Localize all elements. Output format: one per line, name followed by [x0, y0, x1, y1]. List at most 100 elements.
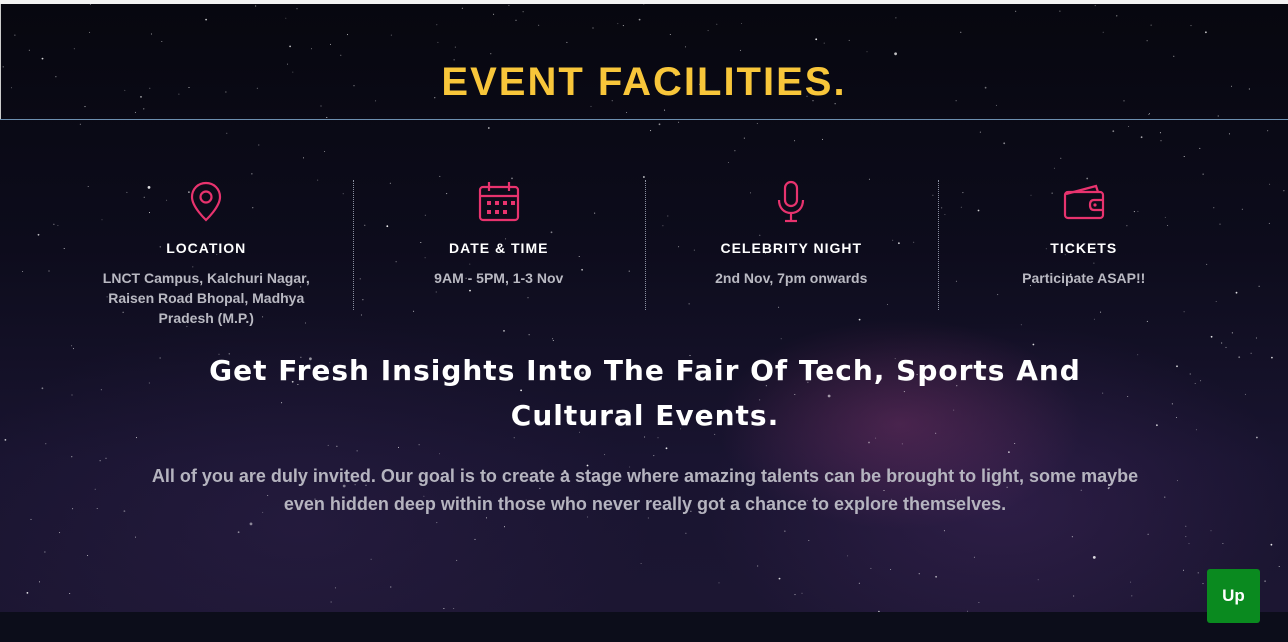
star — [1140, 136, 1143, 139]
star — [1148, 113, 1150, 115]
star — [1183, 569, 1184, 571]
star — [1267, 130, 1269, 132]
star — [1244, 393, 1246, 395]
star — [1258, 285, 1260, 287]
star — [1173, 55, 1175, 57]
star — [1228, 133, 1230, 135]
star — [1202, 583, 1204, 585]
star — [868, 441, 870, 444]
star — [604, 454, 606, 456]
star — [1032, 343, 1035, 346]
star — [794, 140, 796, 142]
star — [685, 46, 686, 48]
facility-text: LNCT Campus, Kalchuri Nagar, Raisen Road… — [102, 270, 310, 326]
star — [150, 33, 152, 35]
star — [566, 41, 568, 43]
star — [303, 157, 304, 159]
star — [296, 8, 298, 10]
star — [439, 453, 440, 455]
star — [1183, 156, 1185, 157]
star — [237, 531, 240, 534]
star — [780, 338, 782, 340]
intro-paragraph: All of you are duly invited. Our goal is… — [151, 466, 1139, 514]
star — [1205, 31, 1207, 34]
star — [1210, 335, 1213, 338]
star — [28, 49, 30, 51]
star — [456, 559, 458, 561]
star — [1147, 533, 1149, 535]
star — [504, 526, 505, 528]
facilities-row: LOCATION LNCT Campus, Kalchuri Nagar, Ra… — [60, 178, 1231, 326]
star — [718, 582, 720, 584]
star — [552, 340, 554, 341]
star — [336, 445, 338, 447]
star — [45, 443, 47, 445]
star — [1255, 337, 1257, 339]
star — [866, 51, 868, 53]
star — [285, 17, 287, 19]
star — [134, 111, 136, 113]
star — [1094, 5, 1096, 7]
star — [815, 38, 818, 41]
star — [439, 175, 441, 177]
star — [727, 162, 729, 163]
star — [1202, 173, 1204, 175]
star — [143, 108, 145, 110]
star — [1060, 157, 1062, 159]
star — [1176, 417, 1177, 418]
star — [1037, 579, 1039, 581]
star — [1015, 10, 1017, 12]
star — [490, 53, 492, 55]
star — [1231, 332, 1233, 334]
facility-tickets: TICKETS Participate ASAP!! — [937, 178, 1231, 313]
star — [801, 592, 803, 594]
star — [1176, 480, 1178, 482]
star — [918, 573, 920, 575]
star — [784, 530, 786, 532]
star — [79, 123, 81, 125]
star — [1189, 373, 1191, 375]
star — [716, 23, 718, 25]
star — [847, 555, 849, 557]
microphone-icon — [778, 180, 805, 223]
star — [822, 138, 823, 140]
star — [756, 123, 758, 124]
star — [643, 4, 645, 5]
star — [739, 49, 741, 51]
star — [1176, 365, 1178, 368]
star — [734, 150, 736, 152]
scroll-up-button[interactable]: Up — [1207, 569, 1260, 623]
star — [1146, 320, 1148, 322]
facility-text: 9AM - 5PM, 1-3 Nov — [434, 270, 564, 286]
star — [136, 437, 137, 439]
star — [1128, 126, 1130, 127]
star — [1241, 208, 1243, 210]
star — [707, 30, 709, 32]
star — [653, 455, 655, 457]
star — [1020, 324, 1022, 326]
star — [995, 104, 997, 106]
star — [1283, 190, 1285, 192]
page: EVENT FACILITIES. LOCATION LNCT Campus, … — [0, 0, 1288, 642]
star — [1008, 451, 1010, 453]
star — [848, 39, 850, 41]
facility-text: Participate ASAP!! — [1022, 270, 1146, 286]
star — [326, 117, 328, 118]
star — [96, 508, 98, 509]
star — [84, 106, 86, 108]
star — [1250, 352, 1252, 354]
star — [503, 330, 505, 332]
star — [741, 23, 742, 24]
star — [71, 394, 73, 396]
star — [1188, 543, 1190, 545]
star — [443, 608, 445, 609]
star — [858, 582, 860, 584]
star — [650, 130, 652, 132]
star — [474, 538, 476, 540]
star — [870, 567, 872, 569]
star — [356, 450, 358, 452]
star — [1195, 429, 1197, 431]
star — [453, 608, 455, 609]
star — [255, 5, 257, 7]
star — [436, 522, 438, 524]
